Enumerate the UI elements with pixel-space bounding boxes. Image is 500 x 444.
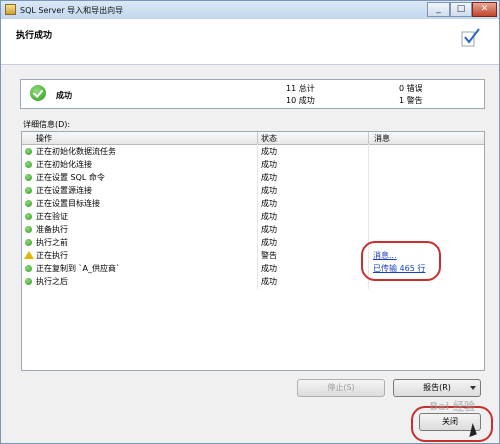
table-row[interactable]: 正在初始化连接 成功: [22, 158, 484, 171]
table-row[interactable]: 准备执行 成功: [22, 223, 484, 236]
cell-status: 成功: [261, 160, 277, 169]
warning-icon: [24, 251, 34, 259]
success-icon: [25, 226, 32, 233]
table-row[interactable]: 正在设置源连接 成功: [22, 184, 484, 197]
cell-action: 正在验证: [36, 212, 68, 221]
table-row[interactable]: 正在验证 成功: [22, 210, 484, 223]
cell-status: 成功: [261, 173, 277, 182]
column-divider[interactable]: [368, 132, 369, 144]
cell-action: 正在初始化连接: [36, 160, 92, 169]
table-row[interactable]: 正在初始化数据流任务 成功: [22, 145, 484, 158]
app-icon: [5, 4, 16, 15]
title-bar: SQL Server 导入和导出向导 _ □ ✕: [1, 1, 499, 19]
highlight-annotation: [411, 406, 493, 442]
highlight-annotation: [361, 241, 441, 281]
cell-status: 成功: [261, 212, 277, 221]
table-header: 操作 状态 消息: [22, 132, 484, 145]
cell-action: 正在初始化数据流任务: [36, 147, 116, 156]
window-title: SQL Server 导入和导出向导: [20, 6, 124, 15]
success-icon: [30, 85, 46, 101]
details-label: 详细信息(D):: [23, 120, 71, 129]
chevron-down-icon: [470, 386, 476, 390]
cell-status: 警告: [261, 251, 277, 260]
cell-action: 正在设置 SQL 命令: [36, 173, 105, 182]
success-icon: [25, 148, 32, 155]
cell-action: 正在执行: [36, 251, 68, 260]
cell-status: 成功: [261, 264, 277, 273]
summary-warning: 1 警告: [399, 96, 423, 105]
column-header-message[interactable]: 消息: [374, 133, 390, 144]
summary-error: 0 错误: [399, 84, 423, 93]
success-check-icon: [461, 28, 480, 47]
wizard-header: 执行成功: [1, 19, 499, 65]
cell-status: 成功: [261, 147, 277, 156]
cell-action: 正在复制到 `A_供应商`: [36, 264, 121, 273]
success-icon: [25, 187, 32, 194]
success-icon: [25, 213, 32, 220]
maximize-button[interactable]: □: [450, 2, 472, 17]
report-button-label: 报告(R): [423, 383, 451, 392]
report-button[interactable]: 报告(R): [393, 379, 481, 397]
cell-status: 成功: [261, 199, 277, 208]
cell-status: 成功: [261, 186, 277, 195]
summary-panel: 成功 11 总计 10 成功 0 错误 1 警告: [20, 79, 485, 109]
column-header-action[interactable]: 操作: [36, 133, 52, 144]
cell-status: 成功: [261, 277, 277, 286]
minimize-button[interactable]: _: [427, 2, 450, 17]
column-header-status[interactable]: 状态: [261, 133, 277, 144]
stop-button[interactable]: 停止(S): [297, 379, 385, 397]
table-row[interactable]: 正在设置目标连接 成功: [22, 197, 484, 210]
success-icon: [25, 174, 32, 181]
success-icon: [25, 239, 32, 246]
page-title: 执行成功: [16, 31, 53, 41]
table-row[interactable]: 正在设置 SQL 命令 成功: [22, 171, 484, 184]
success-icon: [25, 161, 32, 168]
cell-action: 执行之前: [36, 238, 68, 247]
cell-action: 准备执行: [36, 225, 68, 234]
cell-action: 正在设置目标连接: [36, 199, 100, 208]
summary-status: 成功: [56, 91, 72, 100]
cell-status: 成功: [261, 238, 277, 247]
column-divider[interactable]: [257, 132, 258, 144]
cell-status: 成功: [261, 225, 277, 234]
success-icon: [25, 200, 32, 207]
summary-total: 11 总计: [286, 84, 315, 93]
cell-action: 正在设置源连接: [36, 186, 92, 195]
success-icon: [25, 278, 32, 285]
close-window-button[interactable]: ✕: [472, 2, 497, 17]
summary-success: 10 成功: [286, 96, 315, 105]
cell-action: 执行之后: [36, 277, 68, 286]
success-icon: [25, 265, 32, 272]
wizard-window: SQL Server 导入和导出向导 _ □ ✕ 执行成功 成功 11 总计 1…: [0, 0, 500, 444]
